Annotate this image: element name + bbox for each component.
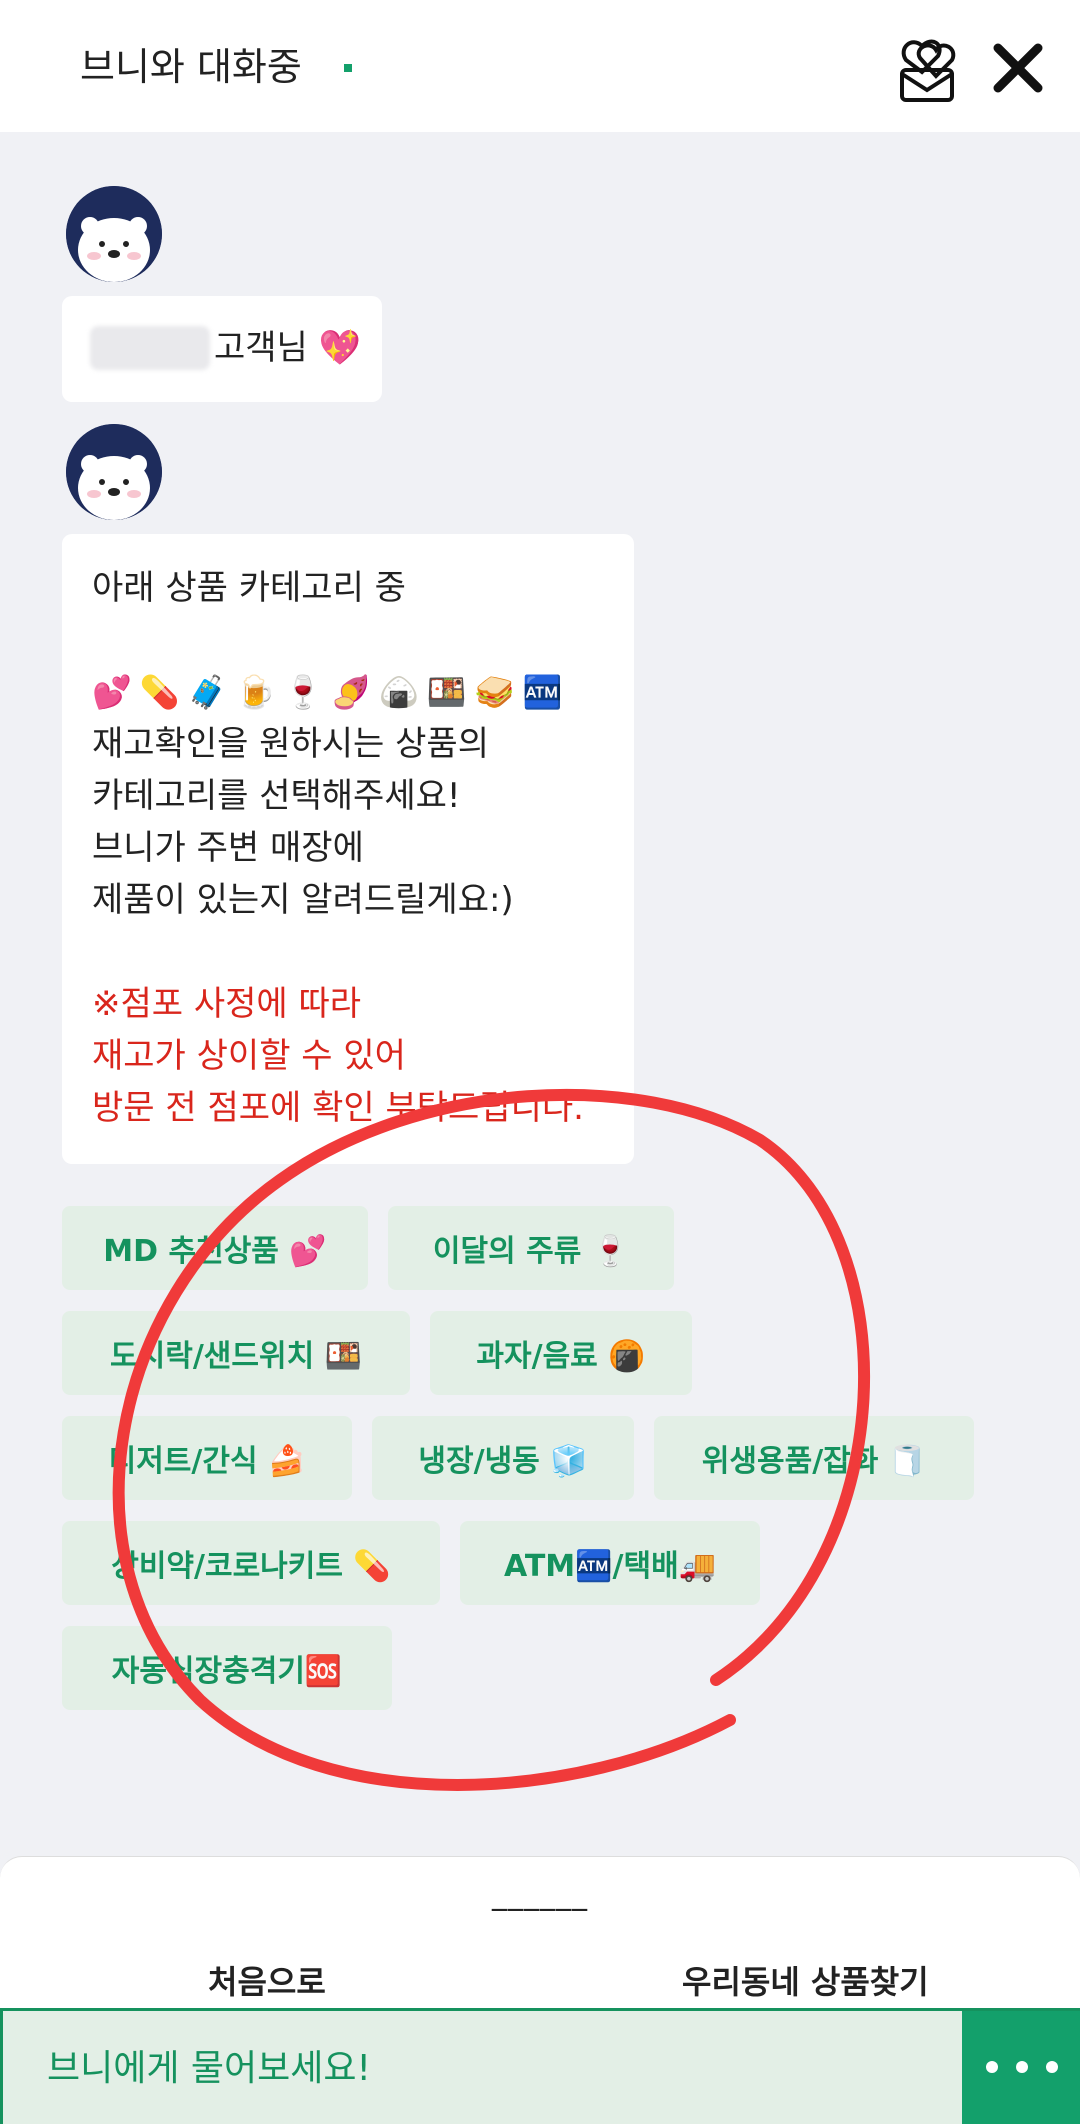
emoji: 🍠 (331, 673, 372, 711)
online-status-icon (344, 64, 352, 72)
close-icon (993, 43, 1043, 93)
intro-text: 아래 상품 카테고리 중 (92, 568, 406, 608)
chat-title: 브니와 대화중 (80, 45, 302, 89)
panel-handle: ______ (492, 1877, 588, 1912)
emoji: 🍱 (426, 673, 467, 711)
polar-bear-icon (66, 424, 162, 520)
more-dots-icon (1016, 2061, 1028, 2073)
category-chip-liquor[interactable]: 이달의 주류 🍷 (388, 1206, 674, 1290)
warning-line: ※점포 사정에 따라 (92, 984, 362, 1024)
category-chip-dessert[interactable]: 디저트/간식 🍰 (62, 1416, 352, 1500)
heart-button[interactable] (896, 34, 960, 104)
greeting-text: 고객님 💖 (214, 328, 361, 368)
emoji: 💕 (92, 673, 132, 711)
close-button[interactable] (990, 40, 1046, 96)
warning-line: 방문 전 점포에 확인 부탁드립니다. (92, 1088, 584, 1128)
category-prompt-bubble: 아래 상품 카테고리 중 💕 💊 🧳 🍺 🍷 🍠 🍙 🍱 🥪 🏧 재고확인을 원… (62, 534, 634, 1164)
bot-avatar (66, 424, 162, 520)
emoji: 🥪 (474, 673, 515, 711)
more-dots-icon (1046, 2061, 1058, 2073)
input-placeholder: 브니에게 물어보세요! (47, 2048, 371, 2089)
category-chip-aed[interactable]: 자동심장충격기🆘 (62, 1626, 392, 1710)
category-chip-atm[interactable]: ATM🏧/택배🚚 (460, 1521, 760, 1605)
warning-line: 재고가 상이할 수 있어 (92, 1036, 406, 1076)
emoji: 🧳 (187, 673, 228, 711)
emoji: 🏧 (522, 673, 563, 711)
emoji: 🍺 (235, 673, 276, 711)
emoji: 🍷 (283, 673, 324, 711)
message-input[interactable]: 브니에게 물어보세요! (0, 2008, 962, 2124)
emoji: 🍙 (379, 673, 419, 711)
category-chip-medicine[interactable]: 상비약/코로나키트 💊 (62, 1521, 440, 1605)
home-button[interactable]: 처음으로 (208, 1957, 326, 2003)
body-line: 재고확인을 원하시는 상품의 (92, 724, 489, 764)
category-chip-lunchbox[interactable]: 도시락/샌드위치 🍱 (62, 1311, 410, 1395)
send-button[interactable] (962, 2008, 1080, 2124)
body-line: 카테고리를 선택해주세요! (92, 776, 461, 816)
more-dots-icon (986, 2061, 998, 2073)
category-chip-frozen[interactable]: 냉장/냉동 🧊 (372, 1416, 634, 1500)
category-chip-md[interactable]: MD 추천상품 💕 (62, 1206, 368, 1290)
body-line: 제품이 있는지 알려드릴게요:) (92, 880, 514, 920)
polar-bear-icon (66, 186, 162, 282)
emoji-row: 💕 💊 🧳 🍺 🍷 🍠 🍙 🍱 🥪 🏧 (92, 666, 604, 718)
heart-outline-icon (900, 39, 956, 102)
bot-avatar (66, 186, 162, 282)
chat-header: 브니와 대화중 (0, 0, 1080, 132)
find-products-button[interactable]: 우리동네 상품찾기 (682, 1957, 929, 2003)
body-line: 브니가 주변 매장에 (92, 828, 364, 868)
category-chip-snacks[interactable]: 과자/음료 🍘 (430, 1311, 692, 1395)
category-chip-hygiene[interactable]: 위생용품/잡화 🧻 (654, 1416, 974, 1500)
emoji: 💊 (139, 673, 180, 711)
greeting-bubble: 고객님 💖 (62, 296, 382, 402)
redacted-name (90, 326, 210, 370)
